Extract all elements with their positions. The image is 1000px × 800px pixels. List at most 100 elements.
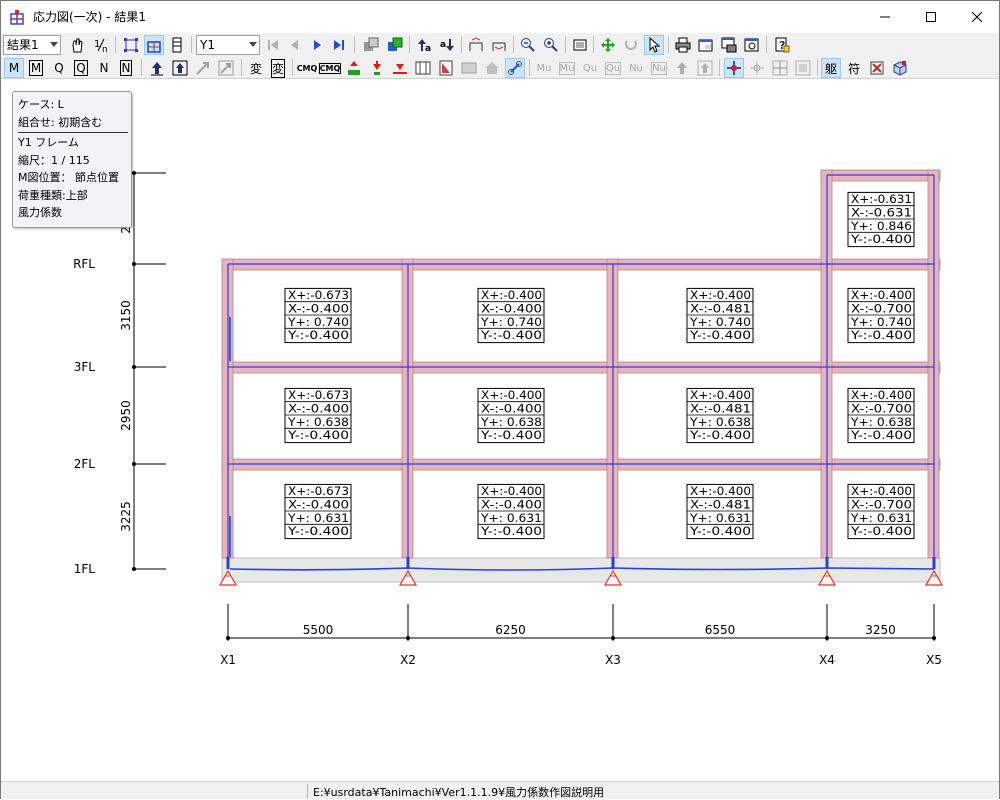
wind-coefficient-panel: X+:-0.400X-:-0.700Y+: 0.638Y-:-0.400 [847, 387, 915, 444]
load-red-icon [373, 61, 381, 75]
fit-frame-button[interactable] [121, 35, 141, 55]
node-button[interactable] [724, 58, 744, 78]
beam-up-button[interactable] [466, 35, 486, 55]
qu-box-label: Qu [604, 61, 622, 75]
qu-button[interactable]: Qu [580, 58, 600, 78]
prev-button[interactable] [285, 35, 305, 55]
symbol-button[interactable]: 符 [844, 58, 864, 78]
drawing-canvas[interactable]: RFL3FL2FL1FL2250315029503225550062506550… [1, 80, 999, 781]
rotate-button[interactable] [621, 35, 641, 55]
mu-box-button[interactable]: Mu [557, 58, 577, 78]
deform-button[interactable]: 変 [246, 58, 266, 78]
chevron-down-icon [249, 42, 257, 47]
stack-button[interactable] [167, 35, 187, 55]
upward-load-button[interactable] [147, 58, 167, 78]
joint-box-button[interactable] [793, 58, 813, 78]
preview-button[interactable] [696, 35, 716, 55]
m-boxed-button[interactable]: M [26, 58, 46, 78]
nu-box-button[interactable]: Nu [649, 58, 669, 78]
deform-label: 変 [249, 61, 262, 76]
load-point-button[interactable] [367, 58, 387, 78]
last-button[interactable] [329, 35, 349, 55]
help-button[interactable]: ? [772, 35, 792, 55]
coefficient-value: Y+: 0.740 [689, 315, 751, 329]
frame-select-value: Y1 [200, 38, 215, 52]
cmq-button[interactable]: CMQ [297, 58, 318, 78]
level-dot [132, 171, 136, 175]
nu-button[interactable]: Nu [626, 58, 646, 78]
grid-view-button[interactable] [570, 35, 590, 55]
close-button[interactable] [954, 1, 1000, 33]
cursor-icon [649, 37, 661, 53]
span-dot [226, 636, 230, 640]
coefficient-value: Y-:-0.400 [287, 524, 349, 538]
grey-up-button[interactable] [672, 58, 692, 78]
body-button[interactable]: 躯 [821, 58, 841, 78]
arrow-down-icon: a [440, 39, 454, 51]
export-button[interactable] [742, 35, 762, 55]
deform-box-button[interactable]: 変 [268, 58, 288, 78]
qu-box-button[interactable]: Qu [603, 58, 623, 78]
joint-icon [772, 60, 788, 76]
result-select[interactable]: 結果1 [3, 35, 61, 55]
node-grey-button[interactable] [747, 58, 767, 78]
cmq-box-button[interactable]: CMQ [318, 58, 342, 78]
axis-label: X3 [605, 653, 621, 667]
frame-select[interactable]: Y1 [196, 35, 260, 55]
upward-load-box-button[interactable] [170, 58, 190, 78]
q-boxed-button[interactable]: Q [71, 58, 91, 78]
delete-icon [870, 61, 884, 75]
print-button[interactable] [673, 35, 693, 55]
fraction-button[interactable]: 1n [91, 35, 111, 55]
m-label: M [8, 61, 20, 75]
nu-label: Nu [629, 62, 643, 74]
load-dist-button[interactable] [390, 58, 410, 78]
3d-view-button[interactable] [890, 58, 910, 78]
grey-up-box-button[interactable] [695, 58, 715, 78]
zoom-in-button[interactable] [541, 35, 561, 55]
panel-button[interactable] [413, 58, 433, 78]
coefficient-value: X+:-0.400 [690, 484, 751, 498]
coefficient-value: X+:-0.400 [851, 484, 912, 498]
copy-view-button[interactable] [361, 35, 381, 55]
window-print-icon [721, 37, 737, 53]
maximize-button[interactable] [908, 1, 954, 33]
beam-down-button[interactable] [489, 35, 509, 55]
node-grey-icon [750, 61, 764, 75]
n-diagram-button[interactable]: N [94, 58, 114, 78]
delete-button[interactable] [867, 58, 887, 78]
divider [18, 132, 128, 133]
minimize-button[interactable] [862, 1, 908, 33]
mu-label: Mu [536, 62, 552, 74]
link-button[interactable] [505, 58, 525, 78]
color-view-button[interactable] [385, 35, 405, 55]
joint-button[interactable] [770, 58, 790, 78]
q-diagram-button[interactable]: Q [49, 58, 69, 78]
frame-view-button[interactable] [144, 35, 164, 55]
upload-button[interactable]: a [415, 35, 435, 55]
download-button[interactable]: a [437, 35, 457, 55]
coefficient-value: X+:-0.400 [851, 388, 912, 402]
move-button[interactable] [598, 35, 618, 55]
first-button[interactable] [263, 35, 283, 55]
arrow-up-grey-box-icon [697, 60, 713, 76]
level-dot [132, 262, 136, 266]
n-boxed-button[interactable]: N [116, 58, 136, 78]
load-down-button[interactable] [344, 58, 364, 78]
diag-arrow-box-button[interactable] [216, 58, 236, 78]
coefficient-value: X-:-0.400 [481, 402, 542, 416]
select-pointer-button[interactable] [644, 35, 664, 55]
diag-arrow-button[interactable] [193, 58, 213, 78]
beam-load-icon [492, 42, 506, 51]
frame-diagram: RFL3FL2FL1FL2250315029503225550062506550… [73, 169, 944, 667]
m-diagram-button[interactable]: M [4, 58, 24, 78]
hand-tool-button[interactable] [67, 35, 87, 55]
section-button[interactable] [436, 58, 456, 78]
image-button[interactable] [459, 58, 479, 78]
next-button[interactable] [307, 35, 327, 55]
house-button[interactable] [482, 58, 502, 78]
print-setup-button[interactable] [719, 35, 739, 55]
zoom-out-button[interactable] [518, 35, 538, 55]
coefficient-value: Y-:-0.400 [287, 328, 349, 342]
mu-button[interactable]: Mu [534, 58, 554, 78]
